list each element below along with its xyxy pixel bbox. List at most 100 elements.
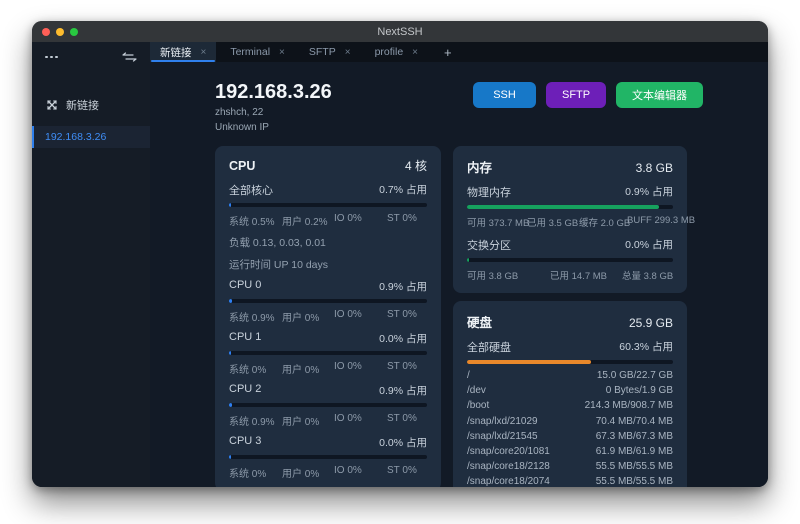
close-window-button[interactable]: [42, 28, 50, 36]
cpu-stat: 用户 0%: [282, 413, 334, 428]
memory-stat: BUFF 299.3 MB: [627, 215, 695, 229]
cpu-stat: ST 0%: [387, 413, 427, 428]
cpu-core-usage: 0.0% 占用: [379, 331, 427, 346]
disk-panel: 硬盘 25.9 GB 全部硬盘 60.3% 占用 /: [453, 301, 687, 487]
plus-icon: +: [444, 45, 452, 60]
disk-total: 25.9 GB: [629, 316, 673, 330]
sidebar: 新链接 192.168.3.26: [32, 42, 150, 487]
disk-mount-row: /snap/lxd/21545 67.3 MB/67.3 MB: [467, 429, 673, 444]
memory-stat: 缓存 2.0 GB: [579, 215, 627, 229]
cpu-core-label: CPU 3: [229, 435, 261, 450]
disk-mount-row: / 15.0 GB/22.7 GB: [467, 368, 673, 383]
mount-path: /snap/core20/1081: [467, 446, 550, 457]
memory-panel-title: 内存: [467, 157, 492, 176]
disk-panel-title: 硬盘: [467, 312, 492, 331]
disk-mount-row: /snap/core18/2074 55.5 MB/55.5 MB: [467, 474, 673, 487]
menu-ellipsis-icon[interactable]: [45, 56, 58, 59]
disk-usage-bar: [467, 360, 673, 364]
sidebar-host-label: 192.168.3.26: [45, 131, 106, 143]
mount-usage: 15.0 GB/22.7 GB: [597, 370, 673, 381]
memory-stat: 可用 373.7 MB: [467, 215, 527, 229]
ssh-button[interactable]: SSH: [473, 82, 536, 108]
cpu-load: 负载 0.13, 0.03, 0.01: [229, 235, 427, 250]
mount-path: /boot: [467, 400, 489, 411]
tab-close-icon[interactable]: ×: [201, 47, 207, 58]
memory-panel: 内存 3.8 GB 物理内存 0.9% 占用 可用 373.7 MB 已用 3.…: [453, 146, 687, 293]
disk-mount-row: /snap/core18/2128 55.5 MB/55.5 MB: [467, 459, 673, 474]
cpu-core-label: CPU 0: [229, 279, 261, 294]
cpu-core-label: CPU 2: [229, 383, 261, 398]
window-title: NextSSH: [377, 26, 422, 38]
cpu-stat: ST 0%: [387, 361, 427, 376]
zoom-window-button[interactable]: [70, 28, 78, 36]
cpu-core-usage-bar: [229, 299, 427, 303]
tab-close-icon[interactable]: ×: [279, 47, 285, 58]
sidebar-new-link-label: 新链接: [66, 97, 99, 113]
tab-close-icon[interactable]: ×: [345, 47, 351, 58]
cpu-all-usage-bar: [229, 203, 427, 207]
mount-path: /snap/core18/2074: [467, 476, 550, 487]
text-editor-button[interactable]: 文本编辑器: [616, 82, 703, 108]
cpu-core-block: CPU 2 0.9% 占用 系统 0.9% 用户 0% IO 0% ST 0%: [229, 383, 427, 428]
new-link-icon: [46, 99, 58, 111]
mount-path: /: [467, 370, 470, 381]
sidebar-item-new-link[interactable]: 新链接: [46, 97, 150, 113]
cpu-core-label: CPU 1: [229, 331, 261, 346]
memory-physical-usage: 0.9% 占用: [625, 184, 673, 200]
mount-path: /snap/lxd/21029: [467, 416, 538, 427]
disk-mount-row: /boot 214.3 MB/908.7 MB: [467, 398, 673, 413]
cpu-stat: 系统 0.5%: [229, 213, 282, 228]
cpu-core-usage-bar: [229, 351, 427, 355]
memory-stats: 可用 373.7 MB 已用 3.5 GB 缓存 2.0 GB BUFF 299…: [467, 215, 673, 229]
disk-all-label: 全部硬盘: [467, 339, 511, 355]
cpu-core-count: 4 核: [405, 157, 427, 174]
tab-new-link[interactable]: 新链接 ×: [150, 42, 216, 62]
swap-arrows-icon[interactable]: [122, 52, 137, 62]
memory-total: 3.8 GB: [636, 161, 673, 175]
cpu-stat: 系统 0.9%: [229, 413, 282, 428]
cpu-all-cores-usage: 0.7% 占用: [379, 182, 427, 198]
mount-path: /snap/lxd/21545: [467, 431, 538, 442]
mount-usage: 214.3 MB/908.7 MB: [585, 400, 673, 411]
swap-label: 交换分区: [467, 237, 511, 253]
tab-close-icon[interactable]: ×: [412, 47, 418, 58]
cpu-panel: CPU 4 核 全部核心 0.7% 占用 系统 0.5% 用户 0.2%: [215, 146, 441, 487]
cpu-stat: ST 0%: [387, 309, 427, 324]
cpu-all-cores-label: 全部核心: [229, 182, 273, 198]
cpu-stat: IO 0%: [334, 309, 387, 324]
tab-profile[interactable]: profile ×: [365, 42, 428, 62]
cpu-core-usage: 0.0% 占用: [379, 435, 427, 450]
title-bar: NextSSH: [32, 21, 768, 42]
mount-path: /snap/core18/2128: [467, 461, 550, 472]
sidebar-item-host[interactable]: 192.168.3.26: [32, 126, 150, 148]
cpu-core-usage: 0.9% 占用: [379, 279, 427, 294]
cpu-stat: 系统 0%: [229, 465, 282, 480]
mount-usage: 55.5 MB/55.5 MB: [596, 461, 673, 472]
mount-usage: 55.5 MB/55.5 MB: [596, 476, 673, 487]
traffic-lights: [42, 28, 78, 36]
disk-mount-row: /snap/core20/1081 61.9 MB/61.9 MB: [467, 444, 673, 459]
disk-all-usage: 60.3% 占用: [619, 339, 673, 355]
cpu-all-stats: 系统 0.5% 用户 0.2% IO 0% ST 0%: [229, 213, 427, 228]
memory-physical-label: 物理内存: [467, 184, 511, 200]
cpu-core-usage-bar: [229, 403, 427, 407]
sftp-button[interactable]: SFTP: [546, 82, 606, 108]
new-tab-button[interactable]: +: [432, 42, 464, 62]
tab-label: SFTP: [309, 46, 336, 58]
cpu-stat: 用户 0.2%: [282, 213, 334, 228]
cpu-stat: 系统 0.9%: [229, 309, 282, 324]
cpu-core-block: CPU 3 0.0% 占用 系统 0% 用户 0% IO 0% ST 0%: [229, 435, 427, 480]
cpu-stat: 用户 0%: [282, 465, 334, 480]
memory-stat: 已用 3.5 GB: [527, 215, 579, 229]
cpu-stat: 系统 0%: [229, 361, 282, 376]
swap-stat: 可用 3.8 GB: [467, 268, 550, 282]
swap-usage-bar: [467, 258, 673, 262]
tab-label: Terminal: [230, 46, 270, 58]
app-window: NextSSH 新链接 192.168.3.26: [32, 21, 768, 487]
swap-stats: 可用 3.8 GB 已用 14.7 MB 总量 3.8 GB: [467, 268, 673, 282]
cpu-stat: IO 0%: [334, 413, 387, 428]
minimize-window-button[interactable]: [56, 28, 64, 36]
tab-sftp[interactable]: SFTP ×: [299, 42, 361, 62]
cpu-stat: 用户 0%: [282, 361, 334, 376]
tab-terminal[interactable]: Terminal ×: [220, 42, 295, 62]
